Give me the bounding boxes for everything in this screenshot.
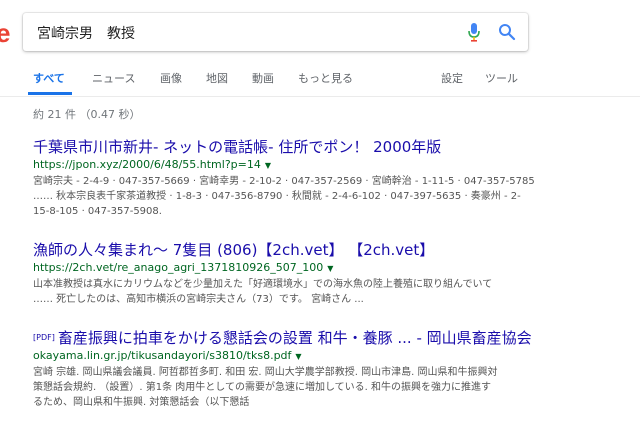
result-snippet: 宮崎 宗雄. 岡山県議会議員. 阿哲郡哲多町. 和田 宏. 岡山大学農学部教授.… (33, 365, 613, 410)
google-logo-fragment[interactable]: e (0, 18, 10, 49)
active-tab-indicator (28, 92, 72, 95)
snippet-line: 宮崎宗夫 - 2-4-9 · 047-357-5669 · 宮崎幸男 - 2-1… (33, 176, 535, 187)
search-result: 千葉県市川市新井- ネットの電話帳- 住所でポン！ 2000年版 https:/… (33, 137, 613, 219)
result-url: okayama.lin.gr.jp/tikusandayori/s3810/tk… (33, 348, 613, 365)
snippet-line: 策懇話会規約. （設置）. 第1条 肉用牛としての需要が急速に増加している. 和… (33, 382, 492, 393)
dropdown-arrow-icon[interactable]: ▼ (295, 352, 301, 361)
snippet-line: 宮崎 宗雄. 岡山県議会議員. 阿哲郡哲多町. 和田 宏. 岡山大学農学部教授.… (33, 367, 498, 378)
tab-more[interactable]: もっと見る (298, 70, 353, 86)
search-result: 漁師の人々集まれ～ 7隻目 (806)【2ch.vet】 【2ch.vet】 h… (33, 240, 613, 307)
search-icon[interactable] (498, 23, 516, 41)
tab-all[interactable]: すべて (33, 70, 65, 86)
dropdown-arrow-icon[interactable]: ▼ (265, 161, 271, 170)
dropdown-arrow-icon[interactable]: ▼ (327, 264, 333, 273)
snippet-line: …… 秋本宗良表千家茶道教授 · 1-8-3 · 047-356-8790 · … (33, 191, 521, 202)
snippet-line: 15-8-105 · 047-357-5908. (33, 206, 162, 217)
result-snippet: 山本准教授は真水にカリウムなどを少量加えた「好適環境水」での海水魚の陸上養殖に取… (33, 277, 613, 307)
tab-maps[interactable]: 地図 (206, 70, 228, 86)
result-url: https://2ch.vet/re_anago_agri_1371810926… (33, 260, 613, 277)
search-tabs: すべて ニュース 画像 地図 動画 もっと見る 設定 ツール (0, 60, 640, 96)
tab-videos[interactable]: 動画 (252, 70, 274, 86)
tab-settings[interactable]: 設定 (441, 70, 463, 86)
result-title-link[interactable]: 千葉県市川市新井- ネットの電話帳- 住所でポン！ 2000年版 (33, 137, 613, 157)
result-url-text: https://2ch.vet/re_anago_agri_1371810926… (33, 261, 324, 274)
snippet-line: るため、岡山県和牛振興. 対策懇話会（以下懇話 (33, 397, 250, 408)
result-url-text: https://jpon.xyz/2000/6/48/55.html?p=14 (33, 158, 261, 171)
search-box[interactable]: 宮崎宗男 教授 (23, 13, 528, 51)
result-url: https://jpon.xyz/2000/6/48/55.html?p=14 ▼ (33, 157, 613, 174)
search-input[interactable]: 宮崎宗男 教授 (37, 23, 135, 43)
result-snippet: 宮崎宗夫 - 2-4-9 · 047-357-5669 · 宮崎幸男 - 2-1… (33, 174, 613, 219)
tab-tools[interactable]: ツール (485, 70, 518, 86)
pdf-tag: [PDF] (33, 333, 55, 342)
result-title-link[interactable]: [PDF] 畜産振興に拍車をかける懇話会の設置 和牛・養豚 ... - 岡山県畜産… (33, 328, 613, 348)
snippet-line: 山本准教授は真水にカリウムなどを少量加えた「好適環境水」での海水魚の陸上養殖に取… (33, 279, 493, 290)
result-title-link[interactable]: 漁師の人々集まれ～ 7隻目 (806)【2ch.vet】 【2ch.vet】 (33, 240, 613, 260)
tab-news[interactable]: ニュース (92, 70, 135, 86)
result-title-text[interactable]: 畜産振興に拍車をかける懇話会の設置 和牛・養豚 ... - 岡山県畜産協会 (58, 329, 532, 347)
tab-images[interactable]: 画像 (160, 70, 182, 86)
snippet-line: …… 死亡したのは、高知市横浜の宮崎宗夫さん（73）です。 宮崎さん ... (33, 294, 364, 305)
tabs-divider (0, 96, 640, 97)
search-result: [PDF] 畜産振興に拍車をかける懇話会の設置 和牛・養豚 ... - 岡山県畜産… (33, 328, 613, 410)
result-url-text: okayama.lin.gr.jp/tikusandayori/s3810/tk… (33, 349, 292, 362)
microphone-icon[interactable] (467, 22, 481, 42)
result-stats: 約 21 件 （0.47 秒） (33, 108, 141, 121)
